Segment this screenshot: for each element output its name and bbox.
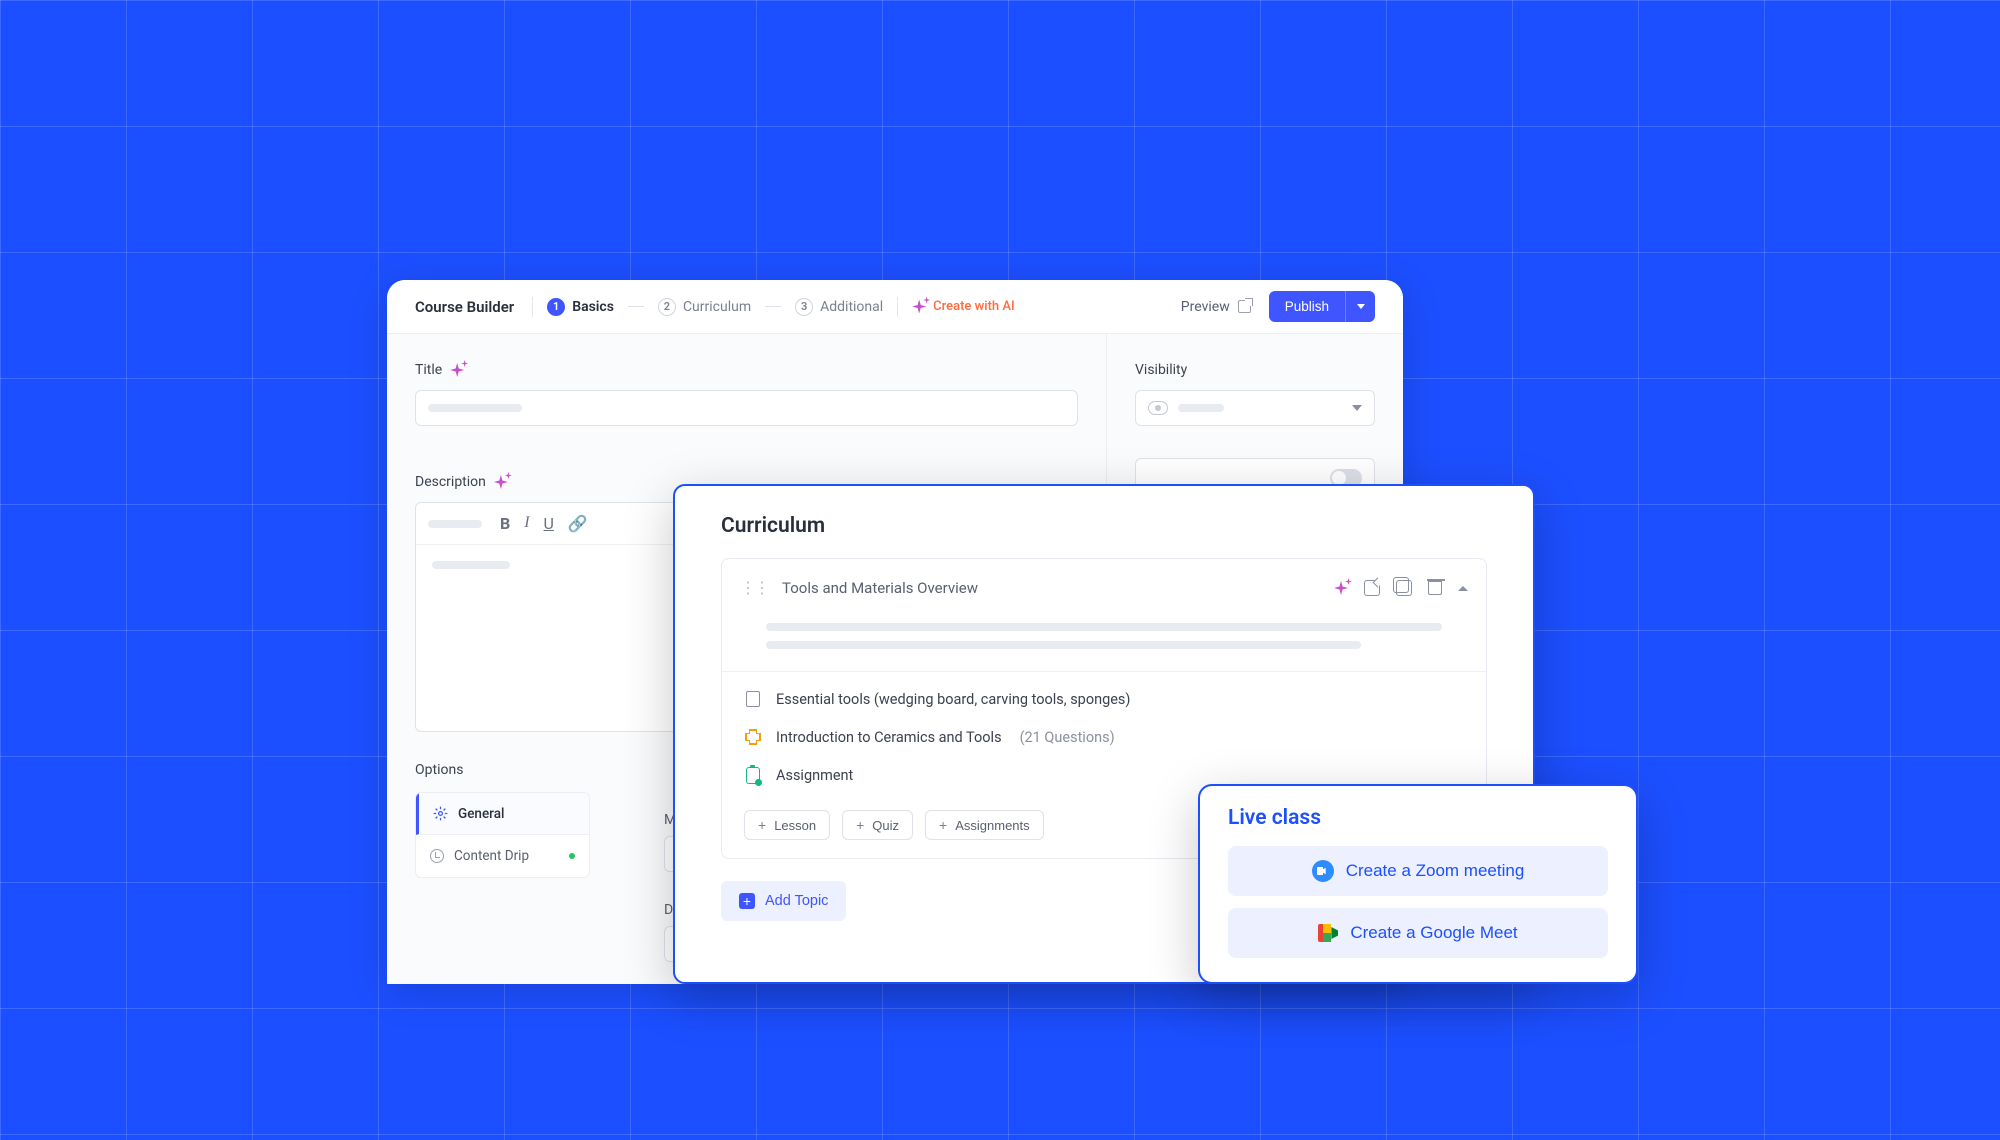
chevron-down-icon	[1357, 304, 1365, 309]
sparkle-icon	[494, 475, 508, 489]
quiz-row[interactable]: Introduction to Ceramics and Tools (21 Q…	[744, 728, 1464, 746]
eye-icon	[1148, 401, 1168, 415]
topic-header: ⋮⋮ Tools and Materials Overview	[722, 559, 1486, 617]
zoom-icon	[1312, 860, 1334, 882]
step-num-3: 3	[795, 298, 813, 316]
step-num-2: 2	[658, 298, 676, 316]
drag-handle-icon[interactable]: ⋮⋮	[740, 585, 768, 591]
add-quiz-button[interactable]: + Quiz	[842, 810, 913, 840]
step-label: Basics	[572, 299, 614, 315]
chevron-up-icon[interactable]	[1458, 586, 1468, 591]
tab-label: General	[458, 806, 504, 822]
assignment-row[interactable]: Assignment	[744, 766, 1464, 784]
chevron-down-icon	[1352, 405, 1362, 411]
title-input[interactable]	[415, 390, 1078, 426]
clock-icon	[430, 849, 444, 863]
step-separator	[628, 306, 644, 307]
trash-icon[interactable]	[1428, 581, 1442, 595]
visibility-select[interactable]	[1135, 390, 1375, 426]
step-basics[interactable]: 1 Basics	[547, 298, 614, 316]
step-separator	[765, 306, 781, 307]
status-dot-icon	[569, 853, 575, 859]
plus-box-icon: +	[739, 893, 755, 909]
quiz-title: Introduction to Ceramics and Tools	[776, 729, 1002, 746]
step-label: Curriculum	[683, 299, 751, 315]
placeholder-skeleton	[428, 404, 522, 412]
sparkle-icon	[450, 363, 464, 377]
underline-icon[interactable]: U	[544, 514, 554, 533]
plus-icon: +	[939, 817, 947, 833]
step-num-1: 1	[547, 298, 565, 316]
link-icon[interactable]: 🔗	[568, 514, 588, 533]
btn-label: Quiz	[872, 818, 899, 833]
option-tab-content-drip[interactable]: Content Drip	[416, 835, 589, 877]
option-tab-general[interactable]: General	[416, 793, 589, 835]
publish-dropdown-button[interactable]	[1345, 291, 1375, 322]
step-additional[interactable]: 3 Additional	[795, 298, 883, 316]
quiz-meta: (21 Questions)	[1020, 729, 1115, 746]
assignment-title: Assignment	[776, 767, 853, 784]
preview-label: Preview	[1181, 299, 1230, 315]
btn-label: Assignments	[955, 818, 1029, 833]
gear-icon	[433, 806, 448, 821]
divider	[897, 297, 898, 317]
desc-skeleton	[766, 641, 1361, 649]
value-skeleton	[1178, 404, 1224, 412]
add-assignments-button[interactable]: + Assignments	[925, 810, 1044, 840]
title-label: Title	[415, 362, 1078, 378]
sparkle-icon	[912, 300, 926, 314]
content-skeleton	[432, 561, 510, 569]
topic-title[interactable]: Tools and Materials Overview	[782, 579, 978, 597]
visibility-label: Visibility	[1135, 362, 1375, 378]
lesson-title: Essential tools (wedging board, carving …	[776, 691, 1130, 708]
copy-icon[interactable]	[1396, 580, 1412, 596]
lesson-row[interactable]: Essential tools (wedging board, carving …	[744, 690, 1464, 708]
quiz-icon	[745, 729, 761, 745]
create-google-meet-button[interactable]: Create a Google Meet	[1228, 908, 1608, 958]
bold-icon[interactable]: B	[500, 514, 510, 533]
create-ai-label: Create with AI	[933, 299, 1015, 314]
assignment-icon	[746, 767, 760, 784]
desc-skeleton	[766, 623, 1442, 631]
tab-label: Content Drip	[454, 848, 529, 864]
step-curriculum[interactable]: 2 Curriculum	[658, 298, 751, 316]
add-topic-button[interactable]: + Add Topic	[721, 881, 846, 921]
btn-label: Create a Zoom meeting	[1346, 861, 1525, 881]
topic-description	[722, 617, 1486, 671]
preview-link[interactable]: Preview	[1181, 299, 1251, 315]
btn-label: Lesson	[774, 818, 816, 833]
top-bar: Course Builder 1 Basics 2 Curriculum 3 A…	[387, 280, 1403, 334]
curriculum-title: Curriculum	[721, 514, 1487, 538]
edit-icon[interactable]	[1364, 580, 1380, 596]
external-link-icon	[1238, 300, 1251, 313]
create-zoom-button[interactable]: Create a Zoom meeting	[1228, 846, 1608, 896]
italic-icon[interactable]: I	[524, 514, 529, 533]
live-class-title: Live class	[1228, 806, 1608, 830]
add-lesson-button[interactable]: + Lesson	[744, 810, 830, 840]
step-label: Additional	[820, 299, 883, 315]
publish-button-group: Publish	[1269, 291, 1375, 322]
google-meet-icon	[1318, 924, 1338, 942]
lesson-icon	[746, 691, 760, 707]
btn-label: Create a Google Meet	[1350, 923, 1517, 943]
btn-label: Add Topic	[765, 893, 828, 909]
create-with-ai-link[interactable]: Create with AI	[912, 299, 1015, 314]
divider	[532, 297, 533, 317]
format-dropdown-skeleton[interactable]	[428, 520, 482, 528]
app-title: Course Builder	[415, 298, 514, 316]
plus-icon: +	[758, 817, 766, 833]
plus-icon: +	[856, 817, 864, 833]
publish-button[interactable]: Publish	[1269, 291, 1345, 322]
live-class-panel: Live class Create a Zoom meeting Create …	[1198, 784, 1638, 984]
sparkle-icon[interactable]	[1334, 581, 1348, 595]
options-tabs: General Content Drip	[415, 792, 590, 878]
